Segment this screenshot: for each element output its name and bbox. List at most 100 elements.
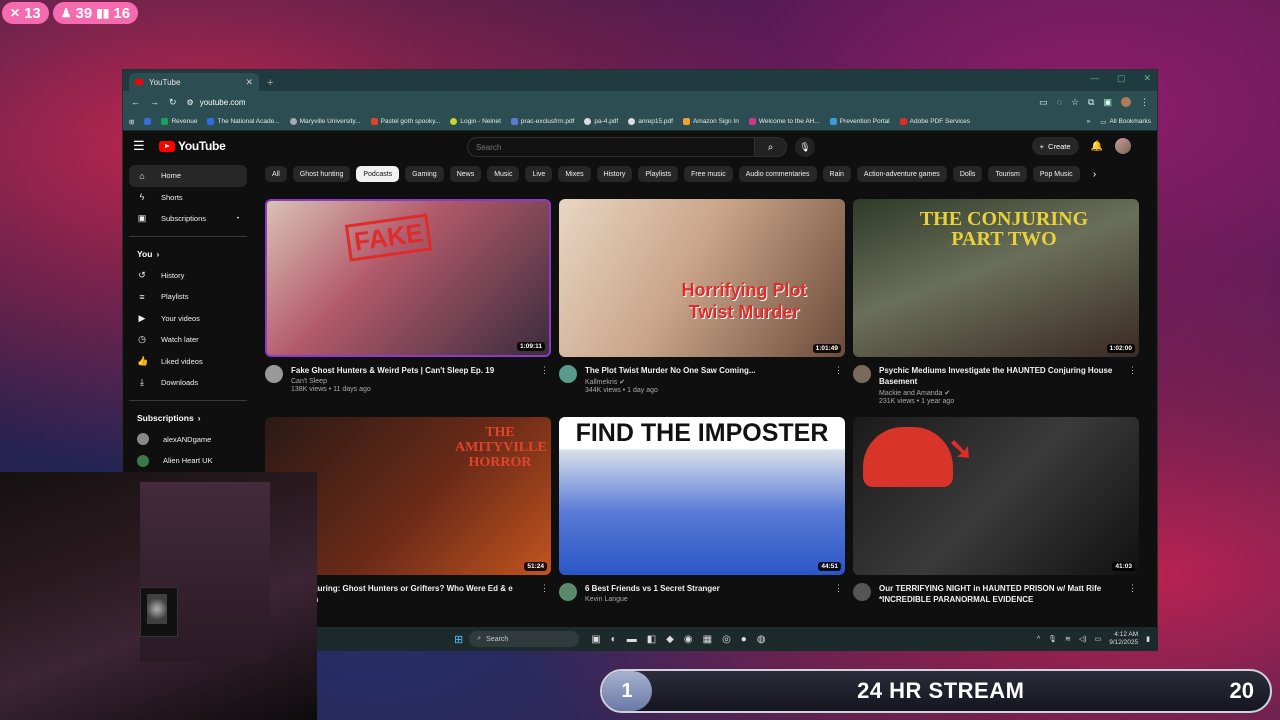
bookmark-item[interactable]: Adobe PDF Services <box>899 118 970 125</box>
video-title[interactable]: Our TERRIFYING NIGHT in HAUNTED PRISON w… <box>879 583 1123 605</box>
more-options-icon[interactable]: ⋮ <box>540 583 549 594</box>
subscriptions-heading[interactable]: Subscriptions › <box>129 407 247 429</box>
channel-avatar[interactable] <box>559 583 577 601</box>
chip-free-music[interactable]: Free music <box>684 166 733 182</box>
chip-rain[interactable]: Rain <box>822 166 851 182</box>
bookmark-item[interactable]: Login - Nelnet <box>450 118 501 125</box>
sidebar-item-subscriptions[interactable]: ▣ Subscriptions • <box>129 208 247 230</box>
more-options-icon[interactable]: ⋮ <box>834 583 843 594</box>
all-bookmarks[interactable]: ▭ All Bookmarks <box>1100 118 1151 126</box>
chip-audio-commentaries[interactable]: Audio commentaries <box>738 166 817 182</box>
chevron-up-icon[interactable]: ^ <box>1037 636 1040 643</box>
channel-name[interactable]: Can't Sleep <box>291 378 535 385</box>
bookmark-item[interactable]: Amazon Sign In <box>682 118 739 125</box>
windows-start-icon[interactable]: ⊞ <box>454 633 463 646</box>
chip-live[interactable]: Live <box>525 166 553 182</box>
video-thumbnail[interactable]: FAKE 1:09:11 <box>265 199 551 357</box>
more-options-icon[interactable]: ⋮ <box>540 365 549 376</box>
chip-history[interactable]: History <box>596 166 633 182</box>
channel-avatar[interactable] <box>265 365 283 383</box>
cast-icon[interactable]: ▭ <box>1039 97 1048 108</box>
sidebar-item-your-videos[interactable]: ▶ Your videos <box>129 308 247 330</box>
bookmark-item[interactable]: The National Acade... <box>207 118 280 125</box>
video-card[interactable]: FIND THE IMPOSTER 44:51 6 Best Friends v… <box>559 417 845 607</box>
chip-music[interactable]: Music <box>487 166 520 182</box>
video-card[interactable]: ➘ 41:03 Our TERRIFYING NIGHT in HAUNTED … <box>853 417 1139 607</box>
extensions-icon[interactable]: ⧉ <box>1088 97 1094 108</box>
video-thumbnail[interactable]: ➘ 41:03 <box>853 417 1139 575</box>
obs-icon[interactable]: ◍ <box>757 634 766 645</box>
more-options-icon[interactable]: ⋮ <box>834 365 843 376</box>
create-button[interactable]: + Create <box>1031 137 1079 155</box>
chevron-right-icon[interactable]: › <box>1085 165 1104 183</box>
app-icon[interactable]: ◆ <box>666 634 674 645</box>
chip-tourism[interactable]: Tourism <box>988 166 1027 182</box>
bookmark-item[interactable]: Revenue <box>161 118 197 125</box>
volume-icon[interactable]: ◁) <box>1079 635 1087 643</box>
bookmark-item[interactable]: Welcome to the AH... <box>748 118 820 125</box>
chip-mixes[interactable]: Mixes <box>558 166 591 182</box>
bookmark-item[interactable]: pa-4.pdf <box>584 118 618 125</box>
more-options-icon[interactable]: ⋮ <box>1128 583 1137 594</box>
reload-icon[interactable]: ↻ <box>169 97 177 108</box>
edge-icon[interactable]: ◐ <box>611 634 617 645</box>
close-tab-icon[interactable]: ✕ <box>245 77 253 88</box>
more-options-icon[interactable]: ⋮ <box>1128 365 1137 376</box>
chip-dolls[interactable]: Dolls <box>952 166 983 182</box>
video-thumbnail[interactable]: THE CONJURING PART TWO 1:02:00 <box>853 199 1139 357</box>
app-icon[interactable]: ▦ <box>703 634 712 645</box>
youtube-logo[interactable]: YouTube <box>159 139 226 153</box>
eye-off-icon[interactable]: ◌ <box>1057 97 1062 107</box>
notification-icon[interactable]: ▮ <box>1146 635 1150 643</box>
sidebar-item-playlists[interactable]: ≡ Playlists <box>129 286 247 308</box>
chip-all[interactable]: All <box>265 166 287 182</box>
sidebar-item-home[interactable]: ⌂ Home <box>129 165 247 187</box>
video-title[interactable]: al Conjuring: Ghost Hunters or Grifters?… <box>291 583 535 605</box>
sidebar-sub-item[interactable]: Alien Heart UK <box>129 450 247 472</box>
video-title[interactable]: The Plot Twist Murder No One Saw Coming.… <box>585 365 829 376</box>
chip-ghost-hunting[interactable]: Ghost hunting <box>292 166 351 182</box>
store-icon[interactable]: ◧ <box>647 634 656 645</box>
channel-name[interactable]: Kevin Langue <box>585 596 829 603</box>
back-icon[interactable]: ← <box>131 97 140 107</box>
chip-podcasts[interactable]: Podcasts <box>356 166 400 182</box>
bookmark-item[interactable]: prac-exclusfrm.pdf <box>510 118 574 125</box>
task-view-icon[interactable]: ▣ <box>591 634 600 645</box>
new-tab-button[interactable]: + <box>259 77 281 91</box>
sidebar-item-downloads[interactable]: ⤓ Downloads <box>129 372 247 394</box>
channel-name[interactable]: Kallmekris ✔ <box>585 378 829 386</box>
video-thumbnail[interactable]: FIND THE IMPOSTER 44:51 <box>559 417 845 575</box>
chip-action-adventure[interactable]: Action-adventure games <box>856 166 947 182</box>
mic-icon[interactable]: 🎙 <box>1048 635 1057 643</box>
you-heading[interactable]: You › <box>129 243 247 265</box>
sidebar-item-liked[interactable]: 👍 Liked videos <box>129 351 247 373</box>
chip-gaming[interactable]: Gaming <box>405 166 444 182</box>
video-title[interactable]: Fake Ghost Hunters & Weird Pets | Can't … <box>291 365 535 376</box>
bookmark-item[interactable] <box>144 118 152 125</box>
video-card[interactable]: FAKE 1:09:11 Fake Ghost Hunters & Weird … <box>265 199 551 405</box>
sidebar-item-shorts[interactable]: ϟ Shorts <box>129 187 247 209</box>
tab-youtube[interactable]: YouTube ✕ <box>129 73 259 91</box>
channel-name[interactable]: Mackie and Amanda ✔ <box>879 389 1123 397</box>
apps-icon[interactable]: ⊞ <box>129 118 134 126</box>
channel-avatar[interactable] <box>853 583 871 601</box>
sidebar-sub-item[interactable]: alexANDgame <box>129 429 247 451</box>
taskbar-search[interactable]: ⌕ Search <box>469 631 580 647</box>
bookmark-item[interactable]: anrep15.pdf <box>628 118 673 125</box>
maximize-icon[interactable]: ▢ <box>1117 73 1126 84</box>
chip-pop-music[interactable]: Pop Music <box>1032 166 1080 182</box>
url-field[interactable]: ⚙ youtube.com <box>187 98 246 107</box>
chrome-profile-icon[interactable]: ◎ <box>722 634 731 645</box>
more-bookmarks-icon[interactable]: » <box>1087 118 1091 126</box>
video-card[interactable]: THE CONJURING PART TWO 1:02:00 Psychic M… <box>853 199 1139 405</box>
wifi-icon[interactable]: ≋ <box>1065 635 1071 643</box>
notifications-bell-icon[interactable]: 🔔 <box>1091 141 1103 152</box>
bookmark-item[interactable]: Maryville University... <box>289 118 361 125</box>
spotify-icon[interactable]: ● <box>741 634 747 645</box>
clock[interactable]: 4:12 AM 9/12/2025 <box>1109 631 1138 647</box>
bookmark-item[interactable]: Pastel goth spooky... <box>370 118 440 125</box>
search-button[interactable]: ⌕ <box>755 137 787 157</box>
video-thumbnail[interactable]: Horrifying Plot Twist Murder 1:01:49 <box>559 199 845 357</box>
video-title[interactable]: 6 Best Friends vs 1 Secret Stranger <box>585 583 829 594</box>
hamburger-menu-icon[interactable]: ☰ <box>133 138 159 154</box>
